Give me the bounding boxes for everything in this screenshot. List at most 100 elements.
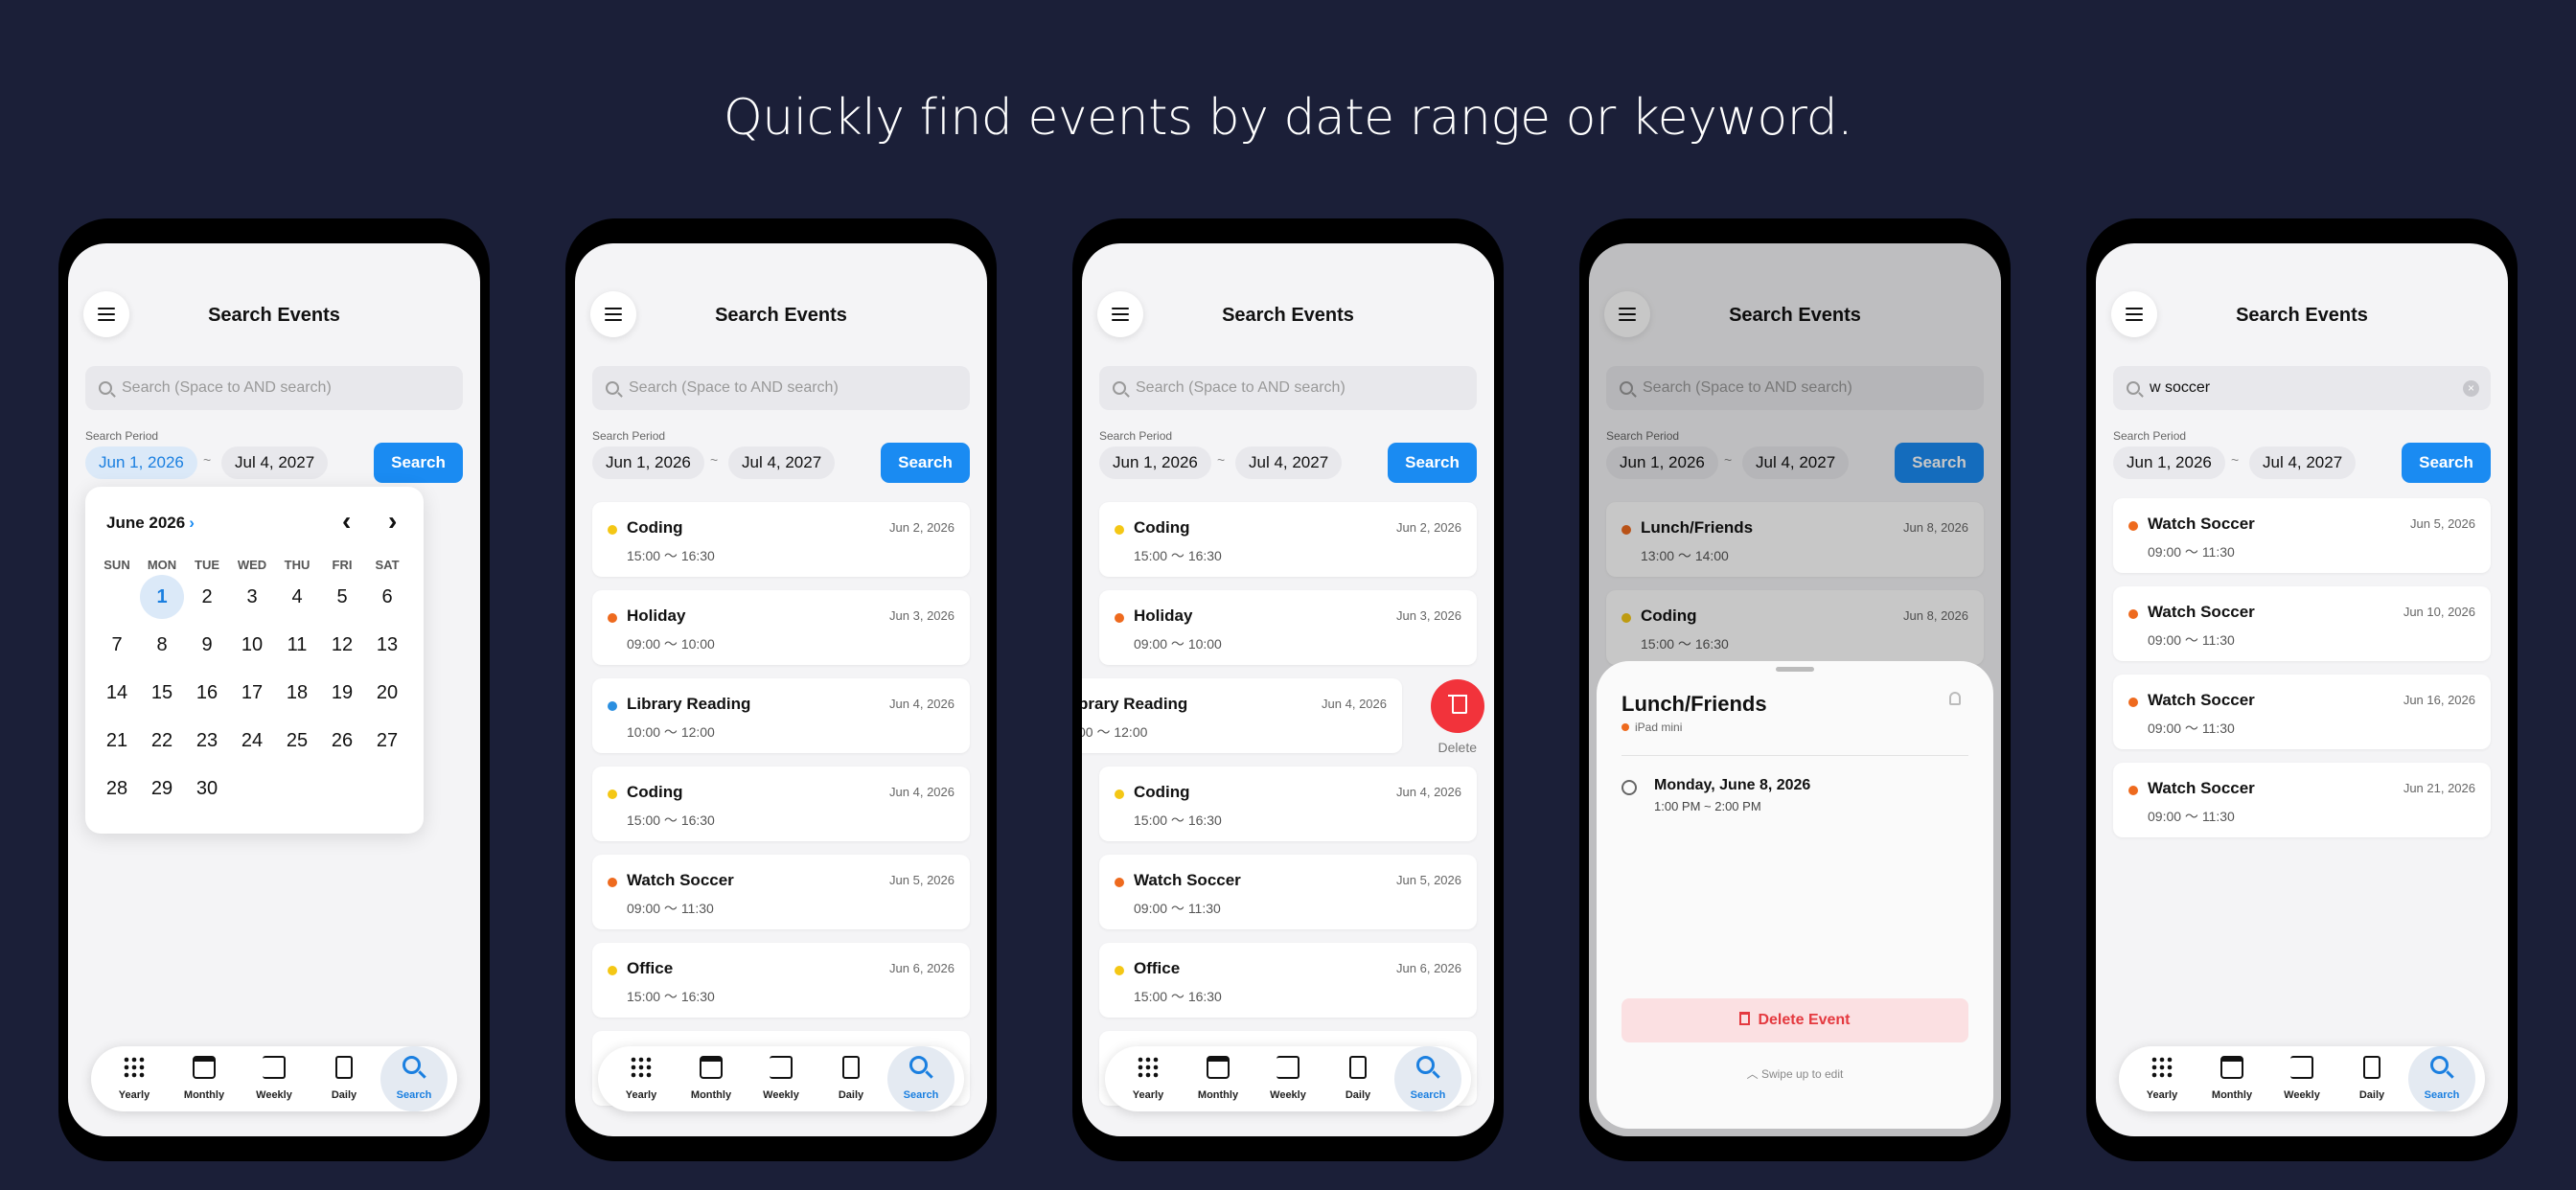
event-card[interactable]: Coding 15:00 〜 16:30 Jun 2, 2026 bbox=[592, 502, 970, 577]
search-button[interactable]: Search bbox=[374, 443, 463, 483]
tab-daily[interactable]: Daily bbox=[817, 1046, 885, 1111]
search-icon bbox=[1416, 1056, 1435, 1074]
start-date-chip[interactable]: Jun 1, 2026 bbox=[85, 446, 197, 479]
header: Search Events bbox=[2096, 291, 2508, 339]
tab-yearly[interactable]: Yearly bbox=[101, 1046, 168, 1111]
day-cell[interactable]: 17 bbox=[230, 671, 274, 715]
day-cell[interactable]: 30 bbox=[185, 767, 229, 811]
search-input[interactable]: w soccer × bbox=[2113, 366, 2491, 410]
day-cell[interactable]: 29 bbox=[140, 767, 184, 811]
day-cell[interactable]: 15 bbox=[140, 671, 184, 715]
search-input[interactable]: Search (Space to AND search) bbox=[1099, 366, 1477, 410]
start-date-chip[interactable]: Jun 1, 2026 bbox=[2113, 446, 2225, 479]
end-date-chip[interactable]: Jul 4, 2027 bbox=[2249, 446, 2357, 479]
event-card[interactable]: Coding 15:00 〜 16:30 Jun 4, 2026 bbox=[1099, 767, 1477, 841]
end-date-chip[interactable]: Jul 4, 2027 bbox=[728, 446, 836, 479]
tab-search[interactable]: Search bbox=[380, 1046, 448, 1111]
trash-icon[interactable] bbox=[1431, 679, 1484, 733]
delete-event-button[interactable]: Delete Event bbox=[1622, 998, 1968, 1042]
tab-search[interactable]: Search bbox=[2408, 1046, 2475, 1111]
end-date-chip[interactable]: Jul 4, 2027 bbox=[221, 446, 329, 479]
bell-icon[interactable] bbox=[1949, 692, 1961, 705]
day-cell[interactable]: 27 bbox=[365, 719, 409, 763]
tab-daily[interactable]: Daily bbox=[310, 1046, 378, 1111]
color-dot bbox=[1115, 613, 1124, 623]
day-cell[interactable]: 22 bbox=[140, 719, 184, 763]
event-card[interactable]: Watch Soccer 09:00 〜 11:30 Jun 16, 2026 bbox=[2113, 675, 2491, 749]
day-cell[interactable]: 3 bbox=[230, 575, 274, 619]
event-card-swiped[interactable]: brary Reading 00 〜 12:00 Jun 4, 2026 bbox=[1082, 678, 1402, 753]
tab-yearly[interactable]: Yearly bbox=[2128, 1046, 2196, 1111]
phone-detail: Search Events Search (Space to AND searc… bbox=[1579, 218, 2011, 1161]
day-cell[interactable]: 20 bbox=[365, 671, 409, 715]
day-cell[interactable]: 21 bbox=[95, 719, 139, 763]
clock-icon bbox=[1622, 780, 1637, 795]
next-month-icon[interactable]: › bbox=[388, 508, 397, 535]
tab-monthly[interactable]: Monthly bbox=[2198, 1046, 2266, 1111]
search-input[interactable]: Search (Space to AND search) bbox=[85, 366, 463, 410]
tab-daily[interactable]: Daily bbox=[2338, 1046, 2405, 1111]
day-cell[interactable]: 10 bbox=[230, 623, 274, 667]
tab-monthly[interactable]: Monthly bbox=[678, 1046, 745, 1111]
phone-keyword: Search Events w soccer × Search Period Ju… bbox=[2086, 218, 2518, 1161]
tab-search[interactable]: Search bbox=[887, 1046, 954, 1111]
day-cell[interactable]: 9 bbox=[185, 623, 229, 667]
day-cell[interactable]: 23 bbox=[185, 719, 229, 763]
end-date-chip[interactable]: Jul 4, 2027 bbox=[1235, 446, 1343, 479]
phone-swipe-delete: Search Events Search (Space to AND searc… bbox=[1072, 218, 1504, 1161]
day-cell[interactable]: 24 bbox=[230, 719, 274, 763]
tab-monthly[interactable]: Monthly bbox=[171, 1046, 238, 1111]
day-cell[interactable]: 6 bbox=[365, 575, 409, 619]
event-card[interactable]: Coding 15:00 〜 16:30 Jun 4, 2026 bbox=[592, 767, 970, 841]
event-card[interactable]: Office 15:00 〜 16:30 Jun 6, 2026 bbox=[592, 943, 970, 1018]
day-cell[interactable]: 4 bbox=[275, 575, 319, 619]
search-input[interactable]: Search (Space to AND search) bbox=[592, 366, 970, 410]
day-cell[interactable]: 19 bbox=[320, 671, 364, 715]
calendar-month-title[interactable]: June 2026 › bbox=[106, 514, 195, 533]
day-cell[interactable]: 12 bbox=[320, 623, 364, 667]
tab-daily[interactable]: Daily bbox=[1324, 1046, 1392, 1111]
tab-weekly[interactable]: Weekly bbox=[1254, 1046, 1322, 1111]
day-cell[interactable]: 8 bbox=[140, 623, 184, 667]
event-card[interactable]: Watch Soccer 09:00 〜 11:30 Jun 5, 2026 bbox=[1099, 855, 1477, 929]
event-card[interactable]: Office 15:00 〜 16:30 Jun 6, 2026 bbox=[1099, 943, 1477, 1018]
day-cell[interactable]: 2 bbox=[185, 575, 229, 619]
search-button[interactable]: Search bbox=[1388, 443, 1477, 483]
day-cell[interactable]: 14 bbox=[95, 671, 139, 715]
day-cell[interactable]: 13 bbox=[365, 623, 409, 667]
tab-weekly[interactable]: Weekly bbox=[241, 1046, 308, 1111]
event-card[interactable]: Watch Soccer 09:00 〜 11:30 Jun 10, 2026 bbox=[2113, 586, 2491, 661]
day-cell[interactable]: 5 bbox=[320, 575, 364, 619]
tab-yearly[interactable]: Yearly bbox=[608, 1046, 675, 1111]
day-cell[interactable]: 7 bbox=[95, 623, 139, 667]
start-date-chip[interactable]: Jun 1, 2026 bbox=[1099, 446, 1211, 479]
tab-weekly[interactable]: Weekly bbox=[748, 1046, 815, 1111]
day-cell[interactable]: 25 bbox=[275, 719, 319, 763]
search-button[interactable]: Search bbox=[881, 443, 970, 483]
event-card[interactable]: Watch Soccer 09:00 〜 11:30 Jun 5, 2026 bbox=[592, 855, 970, 929]
day-cell[interactable]: 26 bbox=[320, 719, 364, 763]
event-card[interactable]: Watch Soccer 09:00 〜 11:30 Jun 5, 2026 bbox=[2113, 498, 2491, 573]
day-cell-selected[interactable]: 1 bbox=[140, 575, 184, 619]
event-card[interactable]: Library Reading 10:00 〜 12:00 Jun 4, 2026 bbox=[592, 678, 970, 753]
tab-search[interactable]: Search bbox=[1394, 1046, 1461, 1111]
event-card[interactable]: Coding 15:00 〜 16:30 Jun 2, 2026 bbox=[1099, 502, 1477, 577]
event-card[interactable]: Watch Soccer 09:00 〜 11:30 Jun 21, 2026 bbox=[2113, 763, 2491, 837]
day-cell[interactable]: 28 bbox=[95, 767, 139, 811]
clear-icon[interactable]: × bbox=[2463, 380, 2479, 397]
tab-monthly[interactable]: Monthly bbox=[1184, 1046, 1252, 1111]
search-placeholder: Search (Space to AND search) bbox=[122, 379, 332, 396]
day-cell[interactable]: 18 bbox=[275, 671, 319, 715]
day-cell[interactable]: 16 bbox=[185, 671, 229, 715]
tab-weekly[interactable]: Weekly bbox=[2268, 1046, 2335, 1111]
event-card[interactable]: Holiday 09:00 〜 10:00 Jun 3, 2026 bbox=[592, 590, 970, 665]
search-button[interactable]: Search bbox=[2402, 443, 2491, 483]
event-card[interactable]: Holiday 09:00 〜 10:00 Jun 3, 2026 bbox=[1099, 590, 1477, 665]
page-icon bbox=[2363, 1056, 2380, 1079]
day-cell[interactable]: 11 bbox=[275, 623, 319, 667]
start-date-chip[interactable]: Jun 1, 2026 bbox=[592, 446, 704, 479]
prev-month-icon[interactable]: ‹ bbox=[342, 508, 351, 535]
tab-yearly[interactable]: Yearly bbox=[1115, 1046, 1182, 1111]
color-dot bbox=[2128, 521, 2138, 531]
sheet-grabber[interactable] bbox=[1776, 667, 1814, 672]
